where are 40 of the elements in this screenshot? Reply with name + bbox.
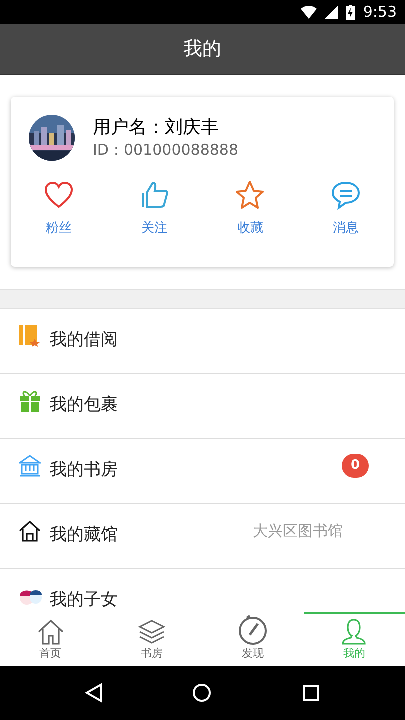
library-name: 大兴区图书馆 bbox=[253, 520, 343, 542]
menu-label: 我的借阅 bbox=[50, 329, 119, 352]
gift-icon bbox=[19, 390, 41, 412]
menu-item[interactable]: 我的书房 0 bbox=[0, 439, 405, 504]
tab[interactable]: 首页 bbox=[0, 612, 102, 666]
menu-label: 我的藏馆 bbox=[50, 524, 119, 548]
tab[interactable]: 书房 bbox=[101, 612, 202, 666]
menu-label: 我的子女 bbox=[50, 589, 119, 612]
menu-label: 我的书房 bbox=[50, 459, 119, 482]
back-icon[interactable] bbox=[84, 683, 103, 703]
recents-icon[interactable] bbox=[302, 684, 320, 702]
battery-icon bbox=[346, 4, 356, 20]
user-icon bbox=[340, 618, 368, 646]
user-id: ID：001000088888 bbox=[93, 140, 238, 160]
layers-icon bbox=[138, 618, 166, 646]
home-icon bbox=[19, 520, 41, 542]
wifi-icon bbox=[301, 6, 318, 18]
profile-action[interactable]: 收藏 bbox=[202, 179, 298, 238]
signal-icon bbox=[325, 6, 338, 18]
menu-item[interactable]: 我的藏馆 大兴区图书馆 bbox=[0, 504, 405, 569]
home-button-icon[interactable] bbox=[192, 683, 212, 703]
profile-action[interactable]: 粉丝 bbox=[11, 179, 107, 238]
username: 用户名：刘庆丰 bbox=[93, 116, 220, 140]
home-icon bbox=[36, 618, 65, 646]
star-icon bbox=[235, 180, 266, 210]
bank-building-icon bbox=[19, 455, 41, 477]
thumbs-up-icon bbox=[140, 180, 170, 210]
status-time: 9:53 bbox=[363, 2, 397, 23]
page-title: 我的 bbox=[184, 36, 222, 62]
menu-item[interactable]: 我的借阅 bbox=[0, 309, 405, 374]
compass-icon bbox=[237, 614, 270, 646]
menu-item[interactable]: 我的包裹 bbox=[0, 374, 405, 439]
heart-icon bbox=[44, 181, 74, 209]
menu-label: 我的包裹 bbox=[50, 394, 119, 418]
book-icon bbox=[19, 325, 41, 347]
chat-bubble-icon bbox=[331, 180, 362, 210]
tab[interactable]: 发现 bbox=[202, 612, 304, 666]
count-badge: 0 bbox=[342, 454, 369, 478]
profile-action[interactable]: 消息 bbox=[298, 179, 394, 238]
profile-action[interactable]: 关注 bbox=[106, 179, 202, 238]
